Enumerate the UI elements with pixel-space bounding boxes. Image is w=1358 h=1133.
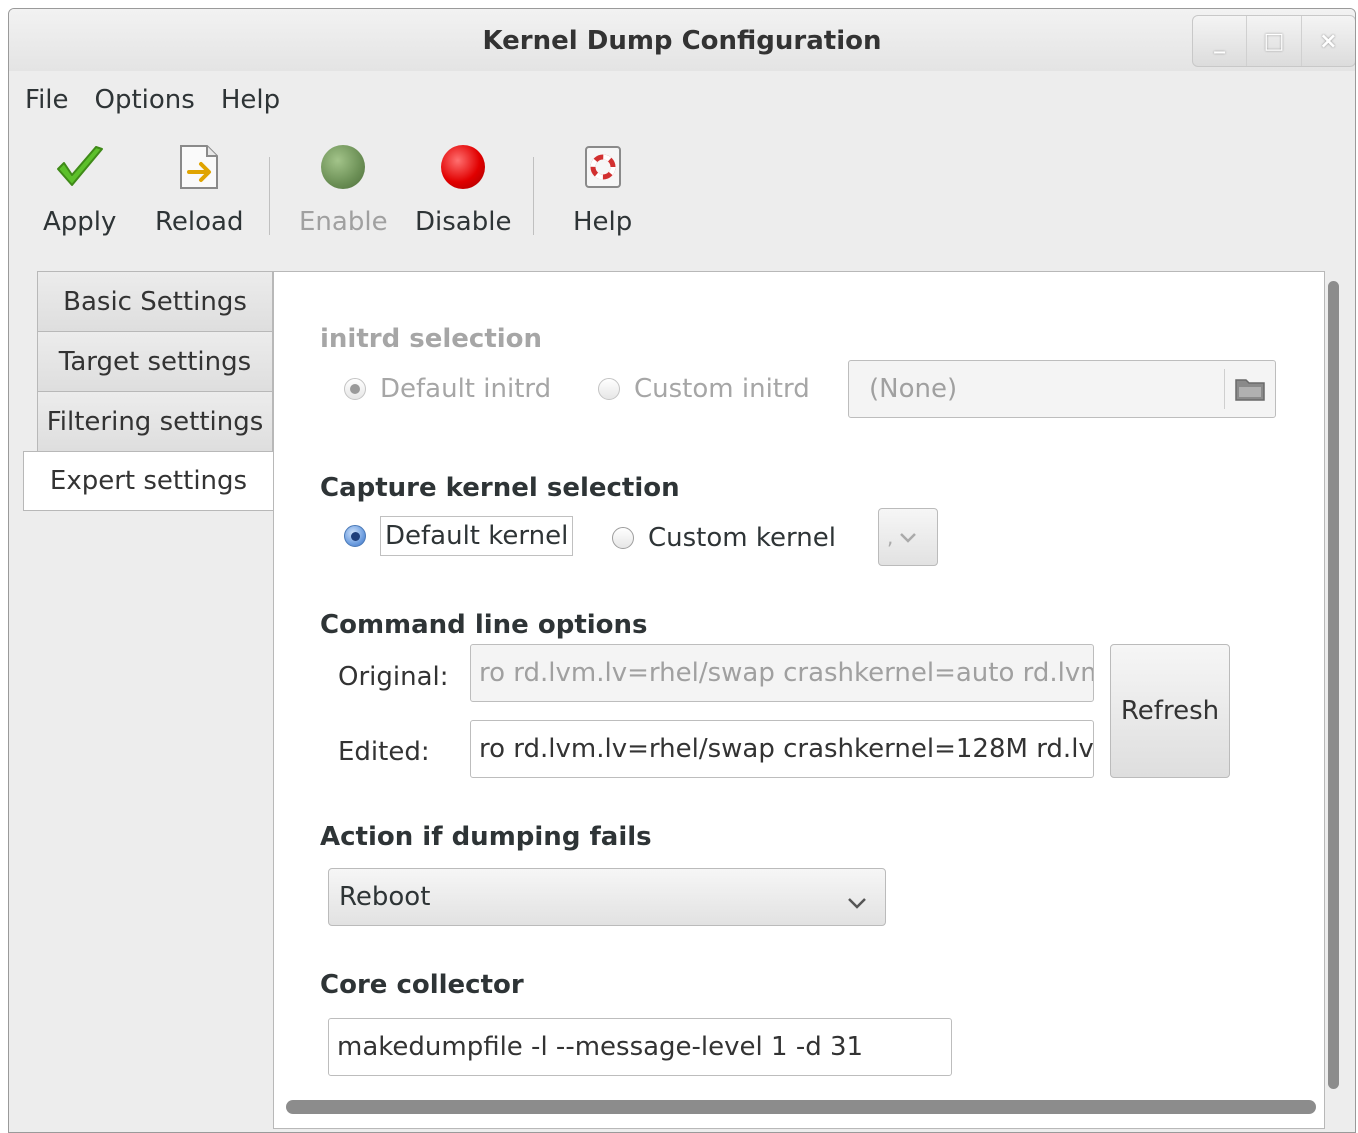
tab-filtering-settings[interactable]: Filtering settings (37, 391, 273, 451)
custom-initrd-radio[interactable]: Custom initrd (598, 374, 810, 404)
toolbar: Apply Reload Enable Disable Help (9, 137, 1355, 253)
menu-help[interactable]: Help (221, 85, 280, 121)
reload-button[interactable]: Reload (155, 137, 243, 237)
dump-fail-heading: Action if dumping fails (320, 822, 652, 852)
menu-file[interactable]: File (25, 85, 69, 121)
toolbar-separator (533, 157, 534, 235)
default-kernel-radio[interactable]: Default kernel (344, 516, 574, 556)
help-button[interactable]: Help (573, 137, 632, 237)
minimize-button[interactable]: _ (1193, 16, 1246, 66)
custom-kernel-combo[interactable]: , (878, 508, 938, 566)
vertical-scrollbar[interactable] (1325, 281, 1341, 1101)
initrd-heading: initrd selection (320, 324, 543, 354)
lifebuoy-icon (583, 137, 623, 197)
apply-button[interactable]: Apply (43, 137, 116, 237)
tab-target-settings[interactable]: Target settings (37, 331, 273, 391)
chevron-down-icon (899, 525, 917, 549)
chevron-down-icon (847, 887, 867, 917)
maximize-button[interactable]: □ (1246, 16, 1300, 66)
enable-button[interactable]: Enable (299, 137, 388, 237)
refresh-button[interactable]: Refresh (1110, 644, 1230, 778)
reload-icon (177, 137, 221, 197)
radio-indicator (344, 378, 366, 400)
menubar: File Options Help (9, 85, 290, 121)
command-line-heading: Command line options (320, 610, 648, 640)
scrollbar-thumb[interactable] (1328, 281, 1339, 1089)
core-collector-heading: Core collector (320, 970, 524, 1000)
green-circle-icon (321, 137, 366, 197)
horizontal-scrollbar[interactable] (286, 1100, 1316, 1114)
notebook: Basic Settings Target settings Filtering… (23, 271, 1355, 1132)
disable-button[interactable]: Disable (415, 137, 511, 237)
radio-indicator (598, 378, 620, 400)
custom-kernel-radio[interactable]: Custom kernel (612, 523, 836, 553)
edited-label: Edited: (338, 737, 430, 767)
radio-indicator (344, 525, 366, 547)
main-window: Kernel Dump Configuration _ □ × File Opt… (8, 8, 1356, 1133)
edited-cmdline-field[interactable]: ro rd.lvm.lv=rhel/swap crashkernel=128M … (470, 720, 1094, 778)
original-cmdline-field[interactable]: ro rd.lvm.lv=rhel/swap crashkernel=auto … (470, 644, 1094, 702)
capture-kernel-heading: Capture kernel selection (320, 473, 680, 503)
original-label: Original: (338, 662, 449, 692)
initrd-file-chooser[interactable]: (None) (848, 360, 1276, 418)
expert-settings-panel: initrd selection Default initrd Custom i… (273, 271, 1325, 1129)
tab-basic-settings[interactable]: Basic Settings (37, 271, 273, 331)
default-initrd-radio[interactable]: Default initrd (344, 374, 551, 404)
tab-list: Basic Settings Target settings Filtering… (23, 271, 273, 511)
checkmark-icon (54, 137, 106, 197)
window-title: Kernel Dump Configuration (482, 26, 882, 56)
menu-options[interactable]: Options (95, 85, 195, 121)
folder-icon[interactable] (1224, 369, 1275, 409)
toolbar-separator (269, 157, 270, 235)
radio-indicator (612, 527, 634, 549)
core-collector-field[interactable]: makedumpfile -l --message-level 1 -d 31 (328, 1018, 952, 1076)
window-controls: _ □ × (1192, 15, 1355, 67)
titlebar[interactable]: Kernel Dump Configuration _ □ × (9, 9, 1355, 71)
dump-fail-action-select[interactable]: Reboot (328, 868, 886, 926)
tab-expert-settings[interactable]: Expert settings (23, 451, 273, 511)
close-button[interactable]: × (1300, 16, 1355, 66)
red-circle-icon (441, 137, 486, 197)
